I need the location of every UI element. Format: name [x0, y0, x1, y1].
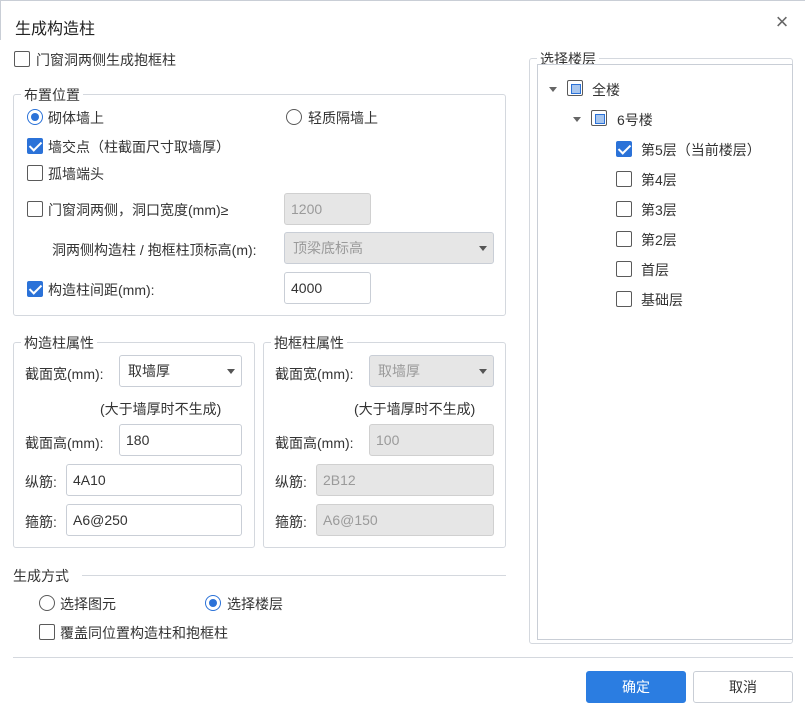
radio-select-element-label: 选择图元	[60, 596, 116, 612]
chevron-down-icon	[479, 246, 487, 251]
overwrite-label: 覆盖同位置构造柱和抱框柱	[60, 625, 228, 641]
expand-arrow-icon[interactable]	[573, 117, 581, 122]
column-stirrup-input[interactable]: A6@250	[66, 504, 242, 536]
floor-label: 基础层	[641, 292, 683, 308]
elevation-select[interactable]: 顶梁底标高	[284, 232, 494, 264]
frame-width-value: 取墙厚	[378, 363, 420, 379]
floor-label: 第4层	[641, 172, 677, 188]
opening-sides-checkbox[interactable]	[27, 201, 43, 217]
elevation-select-value: 顶梁底标高	[293, 240, 363, 256]
floor-label: 第5层（当前楼层）	[641, 142, 761, 158]
placement-group-title: 布置位置	[21, 85, 83, 105]
floor-checkbox-3[interactable]	[616, 201, 632, 217]
spacing-label: 构造柱间距(mm):	[48, 282, 155, 298]
radio-select-floor[interactable]	[205, 595, 221, 611]
opening-width-input[interactable]: 1200	[284, 193, 371, 225]
root-tristate-checkbox[interactable]	[567, 80, 583, 96]
radio-light-label: 轻质隔墙上	[308, 110, 378, 126]
isolated-wall-end-checkbox[interactable]	[27, 165, 43, 181]
column-width-label: 截面宽(mm):	[25, 366, 104, 382]
frame-props-title: 抱框柱属性	[271, 333, 347, 353]
floor-label: 第3层	[641, 202, 677, 218]
frame-long-bar-input[interactable]: 2B12	[316, 464, 494, 496]
floor-label: 第2层	[641, 232, 677, 248]
frame-width-select[interactable]: 取墙厚	[369, 355, 494, 387]
generate-mode-title: 生成方式	[13, 568, 69, 584]
footer-divider	[13, 657, 793, 658]
close-icon[interactable]: ×	[770, 11, 794, 35]
column-stirrup-label: 箍筋:	[25, 514, 57, 530]
column-props-title: 构造柱属性	[21, 333, 97, 353]
spacing-input[interactable]: 4000	[284, 272, 371, 304]
floor-label: 首层	[641, 262, 669, 278]
column-height-label: 截面高(mm):	[25, 435, 104, 451]
column-long-bar-input[interactable]: 4A10	[66, 464, 242, 496]
tree-building-label: 6号楼	[617, 112, 653, 128]
frame-stirrup-label: 箍筋:	[275, 514, 307, 530]
wall-intersection-label: 墙交点（柱截面尺寸取墙厚）	[48, 139, 230, 155]
expand-arrow-icon[interactable]	[549, 87, 557, 92]
column-long-bar-label: 纵筋:	[25, 474, 57, 490]
ok-button[interactable]: 确定	[586, 671, 686, 703]
floor-checkbox-5[interactable]	[616, 141, 632, 157]
radio-masonry-label: 砌体墙上	[48, 110, 104, 126]
radio-light-partition[interactable]	[286, 109, 302, 125]
radio-masonry-wall[interactable]	[27, 109, 43, 125]
frame-height-input[interactable]: 100	[369, 424, 494, 456]
column-width-value: 取墙厚	[128, 363, 170, 379]
frame-long-bar-label: 纵筋:	[275, 474, 307, 490]
frame-stirrup-input[interactable]: A6@150	[316, 504, 494, 536]
frame-width-label: 截面宽(mm):	[275, 366, 354, 382]
spacing-checkbox[interactable]	[27, 281, 43, 297]
frame-width-note: (大于墙厚时不生成)	[354, 401, 476, 417]
column-height-input[interactable]: 180	[119, 424, 242, 456]
frame-height-label: 截面高(mm):	[275, 435, 354, 451]
radio-select-floor-label: 选择楼层	[227, 596, 283, 612]
wall-intersection-checkbox[interactable]	[27, 138, 43, 154]
opening-sides-label: 门窗洞两侧，洞口宽度(mm)≥	[48, 202, 229, 218]
overwrite-checkbox[interactable]	[39, 624, 55, 640]
opening-frame-label: 门窗洞两侧生成抱框柱	[36, 52, 176, 68]
isolated-wall-end-label: 孤墙端头	[48, 166, 104, 182]
chevron-down-icon	[479, 369, 487, 374]
cancel-button[interactable]: 取消	[693, 671, 793, 703]
building-tristate-checkbox[interactable]	[591, 110, 607, 126]
generate-mode-divider	[82, 575, 506, 576]
chevron-down-icon	[227, 369, 235, 374]
floor-checkbox-1[interactable]	[616, 261, 632, 277]
tree-root-label: 全楼	[592, 82, 620, 98]
column-width-note: (大于墙厚时不生成)	[100, 401, 222, 417]
column-width-select[interactable]: 取墙厚	[119, 355, 242, 387]
opening-frame-checkbox[interactable]	[14, 51, 30, 67]
radio-select-element[interactable]	[39, 595, 55, 611]
floor-checkbox-2[interactable]	[616, 231, 632, 247]
dialog-title: 生成构造柱	[15, 21, 96, 38]
elevation-label: 洞两侧构造柱 / 抱框柱顶标高(m):	[52, 242, 257, 258]
floor-checkbox-foundation[interactable]	[616, 291, 632, 307]
floor-checkbox-4[interactable]	[616, 171, 632, 187]
